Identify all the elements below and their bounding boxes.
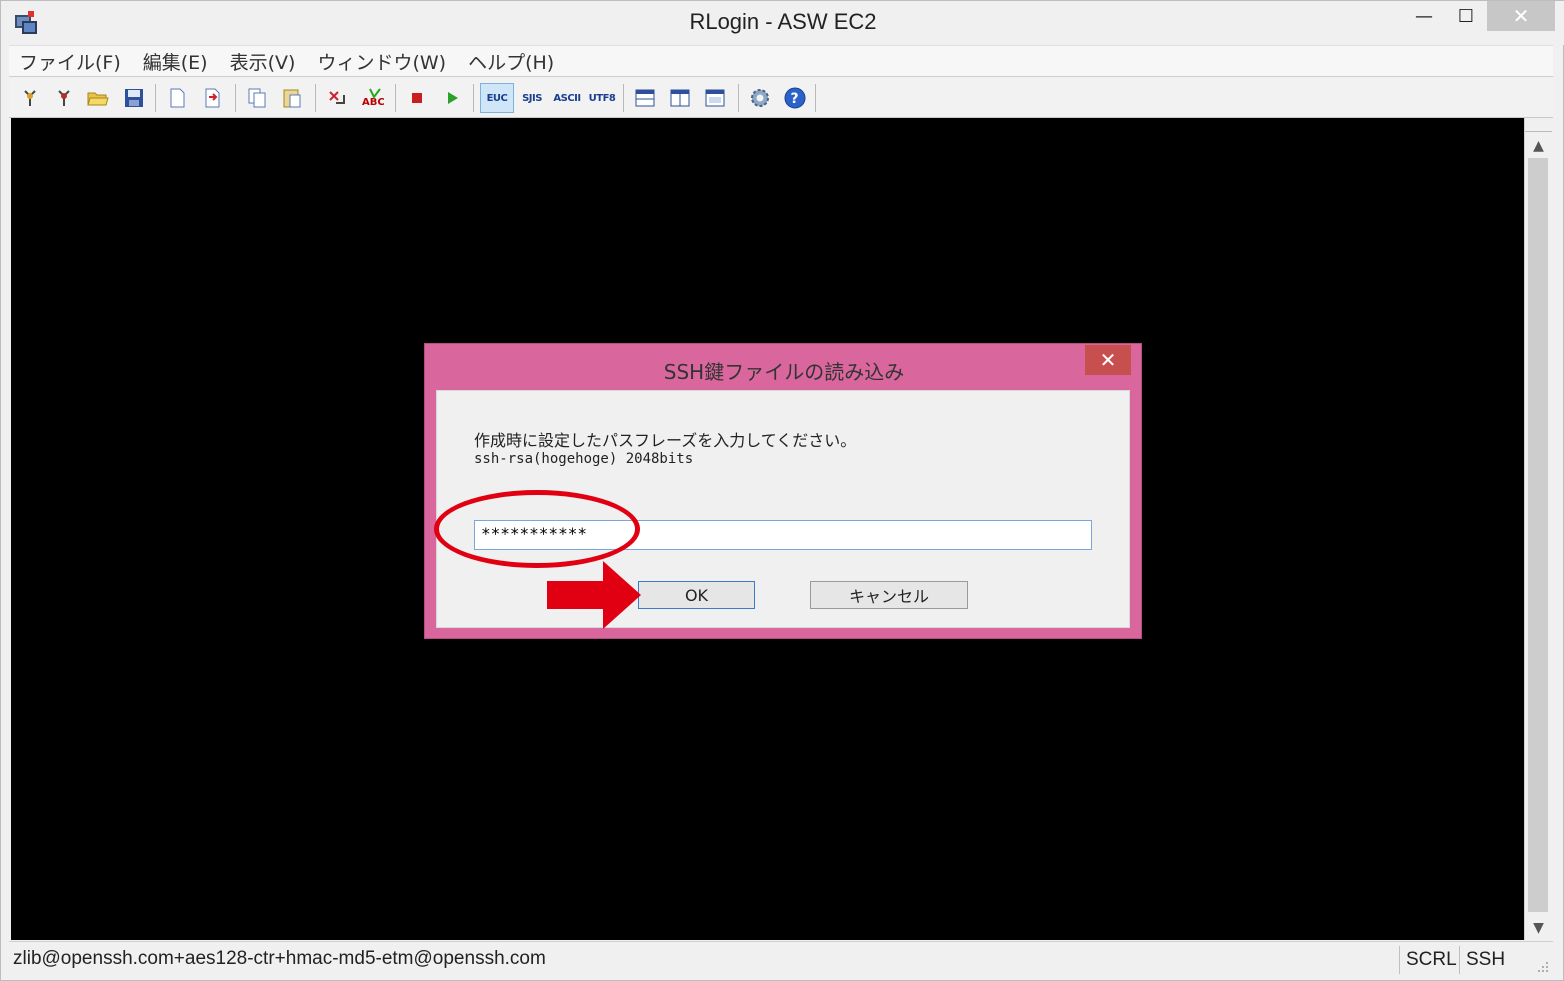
app-window: RLogin - ASW EC2 — ☐ ✕ ファイル(F) 編集(E) 表示(… (0, 0, 1564, 981)
split-horizontal-icon[interactable] (630, 83, 660, 113)
document-transfer-icon[interactable] (197, 83, 227, 113)
status-bar: zlib@openssh.com+aes128-ctr+hmac-md5-etm… (9, 941, 1553, 977)
scroll-down-arrow-icon[interactable]: ▼ (1525, 916, 1552, 940)
menu-edit[interactable]: 編集(E) (143, 48, 208, 75)
cancel-button[interactable]: キャンセル (810, 581, 968, 609)
encoding-utf8-label: UTF8 (588, 92, 616, 104)
scrollbar-splitter[interactable] (1525, 118, 1552, 132)
spell-check-icon[interactable]: ABC (357, 83, 387, 113)
settings-gear-icon[interactable] (745, 83, 775, 113)
menu-bar: ファイル(F) 編集(E) 表示(V) ウィンドウ(W) ヘルプ(H) (9, 45, 1553, 77)
close-button[interactable]: ✕ (1487, 1, 1555, 31)
undo-transfer-icon[interactable] (322, 83, 352, 113)
help-icon[interactable]: ? (780, 83, 810, 113)
resize-grip-icon[interactable] (1535, 959, 1549, 973)
ok-button[interactable]: OK (638, 581, 755, 609)
menu-file[interactable]: ファイル(F) (19, 48, 121, 75)
svg-text:ABC: ABC (362, 97, 384, 108)
dialog-close-button[interactable]: ✕ (1085, 345, 1131, 375)
scrollbar-thumb[interactable] (1528, 158, 1548, 912)
paste-icon[interactable] (277, 83, 307, 113)
window-title: RLogin - ASW EC2 (689, 9, 877, 34)
connect-icon[interactable] (15, 83, 45, 113)
menu-view[interactable]: 表示(V) (230, 48, 296, 75)
dialog-title: SSH鍵ファイルの読み込み (663, 360, 905, 384)
play-icon[interactable] (437, 83, 467, 113)
highlight-ellipse-annotation (434, 490, 640, 568)
window-layout-icon[interactable] (700, 83, 730, 113)
copy-icon[interactable] (242, 83, 272, 113)
new-document-icon[interactable] (162, 83, 192, 113)
disconnect-icon[interactable] (49, 83, 79, 113)
encoding-euc-label: EUC (486, 92, 508, 104)
passphrase-prompt: 作成時に設定したパスフレーズを入力してください。 (474, 431, 857, 450)
title-bar[interactable]: RLogin - ASW EC2 — ☐ ✕ (1, 1, 1564, 45)
open-folder-icon[interactable] (83, 83, 113, 113)
status-protocol: SSH (1459, 946, 1521, 974)
encoding-ascii-button[interactable]: ASCII (550, 83, 584, 113)
scroll-up-arrow-icon[interactable]: ▲ (1525, 134, 1552, 158)
red-arrow-annotation (547, 561, 641, 629)
menu-help[interactable]: ヘルプ(H) (468, 48, 554, 75)
encoding-ascii-label: ASCII (553, 92, 581, 104)
save-icon[interactable] (119, 83, 149, 113)
status-scrl: SCRL (1399, 946, 1457, 974)
encoding-sjis-label: SJIS (522, 92, 542, 104)
toolbar: ABC EUC SJIS ASCII UTF8 ? (9, 78, 1553, 118)
key-info: ssh-rsa(hogehoge) 2048bits (474, 451, 694, 467)
minimize-button[interactable]: — (1401, 1, 1447, 31)
stop-icon[interactable] (402, 83, 432, 113)
connection-info: zlib@openssh.com+aes128-ctr+hmac-md5-etm… (13, 948, 546, 969)
menu-window[interactable]: ウィンドウ(W) (317, 48, 446, 75)
terminal-scrollbar[interactable]: ▲ ▼ (1524, 118, 1552, 940)
encoding-euc-button[interactable]: EUC (480, 83, 514, 113)
split-vertical-icon[interactable] (665, 83, 695, 113)
encoding-sjis-button[interactable]: SJIS (515, 83, 549, 113)
svg-text:?: ? (791, 91, 799, 107)
encoding-utf8-button[interactable]: UTF8 (585, 83, 619, 113)
maximize-button[interactable]: ☐ (1443, 1, 1489, 31)
